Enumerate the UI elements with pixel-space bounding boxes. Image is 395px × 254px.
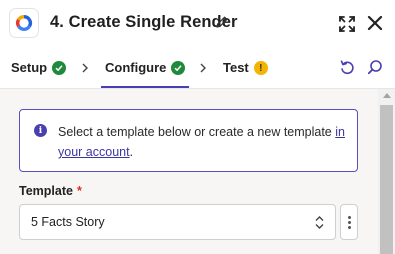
search-icon[interactable] (367, 59, 383, 75)
dot-icon (347, 220, 351, 224)
undo-icon[interactable] (339, 59, 355, 75)
tab-setup-label: Setup (11, 60, 48, 75)
tab-configure-label: Configure (105, 60, 167, 75)
warning-icon: ! (253, 61, 268, 75)
app-logo-icon (9, 8, 39, 38)
close-icon[interactable] (367, 15, 383, 31)
more-options-button[interactable] (340, 204, 358, 240)
info-callout: i Select a template below or create a ne… (19, 109, 358, 172)
info-suffix: . (129, 145, 134, 159)
pencil-icon[interactable] (215, 15, 229, 29)
scroll-up-icon[interactable] (383, 93, 391, 98)
required-marker: * (76, 184, 82, 198)
info-text: Select a template below or create a new … (58, 122, 350, 162)
check-circle-icon (52, 61, 67, 75)
check-circle-icon (171, 61, 186, 75)
scrollbar-thumb[interactable] (380, 105, 393, 254)
dot-icon (347, 225, 351, 229)
template-field-label: Template * (19, 184, 82, 198)
chevron-right-icon (200, 63, 206, 73)
dot-icon (347, 215, 351, 219)
expand-icon[interactable] (338, 15, 356, 33)
info-message: Select a template below or create a new … (58, 125, 332, 139)
tab-configure[interactable]: Configure (105, 60, 186, 76)
updown-chevron-icon (315, 216, 324, 229)
step-title: 4. Create Single Render (50, 13, 238, 31)
step-header: 4. Create Single Render (0, 0, 395, 48)
tab-setup[interactable]: Setup (11, 60, 67, 76)
step-tabs: Setup Configure Test ! (0, 48, 395, 89)
tab-test[interactable]: Test ! (223, 60, 268, 76)
tab-test-label: Test (223, 60, 249, 75)
info-icon: i (34, 124, 47, 137)
template-label-text: Template (19, 184, 73, 198)
template-select[interactable]: 5 Facts Story (19, 204, 336, 240)
template-select-value: 5 Facts Story (31, 215, 105, 229)
chevron-right-icon (82, 63, 88, 73)
